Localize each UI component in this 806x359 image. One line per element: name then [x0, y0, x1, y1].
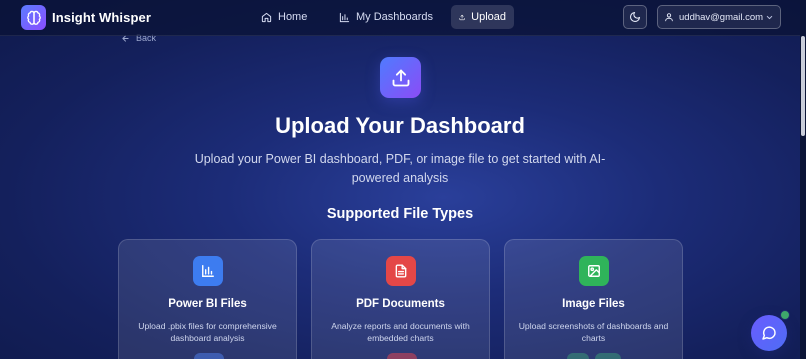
page-title: Upload Your Dashboard — [275, 113, 525, 138]
file-type-card-pdf[interactable]: PDF Documents Analyze reports and docume… — [311, 239, 490, 359]
nav-home-label: Home — [278, 11, 308, 23]
upload-icon — [459, 14, 465, 20]
home-icon — [261, 12, 272, 22]
chat-assistant-button[interactable] — [751, 315, 787, 351]
nav-home-link[interactable]: Home — [253, 5, 315, 29]
bar-chart-icon — [193, 256, 223, 286]
nav-upload-link[interactable]: Upload — [451, 5, 514, 29]
theme-toggle-button[interactable] — [623, 5, 647, 29]
card-description: Analyze reports and documents with embed… — [331, 321, 470, 343]
moon-icon — [629, 11, 641, 23]
file-type-card-image[interactable]: Image Files Upload screenshots of dashbo… — [504, 239, 683, 359]
top-navbar: Insight Whisper Home My Dashboards Uploa… — [0, 0, 800, 36]
section-title: Supported File Types — [326, 206, 474, 222]
page-scrollbar-thumb[interactable] — [801, 36, 805, 136]
nav-dashboards-label: My Dashboards — [356, 11, 434, 23]
image-icon — [579, 256, 609, 286]
card-description: Upload .pbix files for comprehensive das… — [138, 321, 277, 343]
online-status-dot — [780, 310, 790, 320]
user-icon — [665, 13, 673, 22]
card-description: Upload screenshots of dashboards and cha… — [518, 321, 669, 343]
file-extension-tag — [387, 353, 417, 359]
brain-logo-icon — [21, 5, 46, 30]
upload-icon — [392, 69, 409, 86]
file-type-card-powerbi[interactable]: Power BI Files Upload .pbix files for co… — [118, 239, 297, 359]
card-title: PDF Documents — [356, 298, 445, 310]
document-icon — [386, 256, 416, 286]
card-title: Image Files — [562, 298, 625, 310]
bar-chart-icon — [339, 12, 350, 22]
card-title: Power BI Files — [168, 298, 247, 310]
upload-hero-icon — [380, 57, 421, 98]
file-extension-tag — [595, 353, 621, 359]
chat-bubble-icon — [762, 326, 776, 340]
nav-upload-label: Upload — [471, 11, 506, 23]
page-subtitle: Upload your Power BI dashboard, PDF, or … — [194, 152, 606, 185]
nav-dashboards-link[interactable]: My Dashboards — [331, 5, 441, 29]
chevron-down-icon — [766, 15, 773, 19]
user-menu-button[interactable]: uddhav@gmail.com — [657, 5, 781, 29]
user-email: uddhav@gmail.com — [679, 11, 764, 23]
file-extension-tag — [194, 353, 224, 359]
file-extension-tag — [567, 353, 589, 359]
brand-name: Insight Whisper — [52, 10, 151, 25]
brand[interactable]: Insight Whisper — [21, 5, 151, 30]
